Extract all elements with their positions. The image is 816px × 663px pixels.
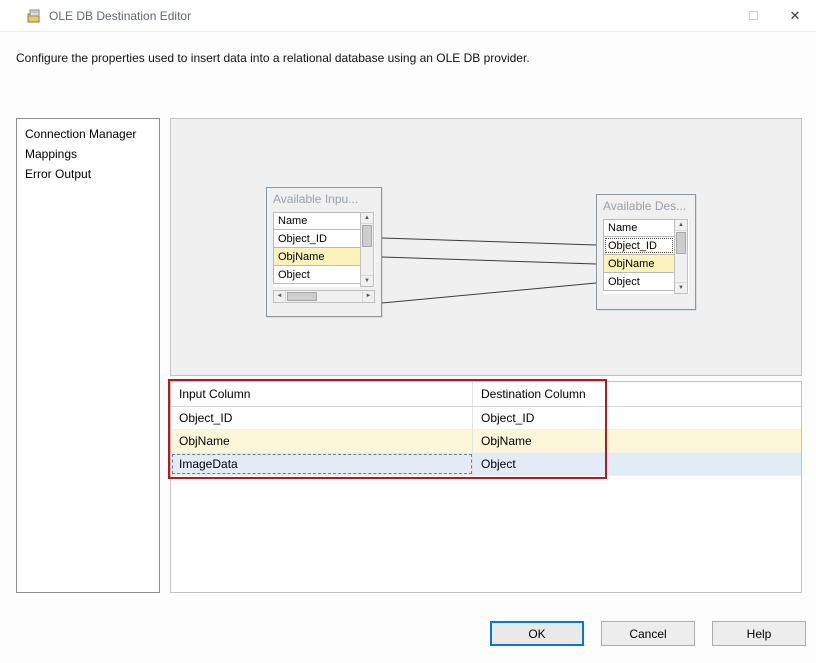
input-row-object[interactable]: Object xyxy=(273,265,361,284)
destination-name-column-header: Name xyxy=(603,219,675,237)
input-column-header: Input Column xyxy=(171,382,473,406)
page-list: Connection Manager Mappings Error Output xyxy=(16,118,160,593)
help-button[interactable]: Help xyxy=(712,621,806,646)
cancel-button[interactable]: Cancel xyxy=(601,621,695,646)
input-row-object-id[interactable]: Object_ID xyxy=(273,229,361,248)
close-button[interactable]: ✕ xyxy=(774,0,816,32)
mapping-input-cell[interactable]: Object_ID xyxy=(171,407,473,429)
dialog-description: Configure the properties used to insert … xyxy=(16,51,776,65)
mapping-input-cell[interactable]: ImageData xyxy=(171,453,473,475)
scroll-down-icon[interactable]: ▼ xyxy=(675,282,687,293)
scroll-thumb[interactable] xyxy=(676,232,686,254)
ok-button[interactable]: OK xyxy=(490,621,584,646)
sidebar-item-error-output[interactable]: Error Output xyxy=(17,164,159,184)
maximize-icon xyxy=(749,11,758,20)
mapping-destination-cell[interactable]: Object xyxy=(473,453,801,475)
scroll-down-icon[interactable]: ▼ xyxy=(361,275,373,286)
window-title: OLE DB Destination Editor xyxy=(49,9,191,23)
destination-row-object-id[interactable]: Object_ID xyxy=(603,236,675,255)
column-mapping-grid: Input Column Destination Column Object_I… xyxy=(170,381,802,593)
input-row-objname[interactable]: ObjName xyxy=(273,247,361,266)
destination-row-object[interactable]: Object xyxy=(603,272,675,291)
title-bar: OLE DB Destination Editor ✕ xyxy=(0,0,816,32)
mapping-grid-header: Input Column Destination Column xyxy=(171,382,801,407)
app-icon xyxy=(26,8,42,24)
scroll-left-icon[interactable]: ◄ xyxy=(274,291,286,302)
input-vertical-scrollbar[interactable]: ▲ ▼ xyxy=(360,212,374,287)
scroll-thumb[interactable] xyxy=(287,292,317,301)
close-icon: ✕ xyxy=(790,8,801,24)
scroll-right-icon[interactable]: ► xyxy=(362,291,374,302)
available-inputs-title: Available Inpu... xyxy=(267,188,381,210)
available-destination-columns-box: Available Des... Name Object_ID ObjName … xyxy=(596,194,696,310)
mapping-row[interactable]: Object_ID Object_ID xyxy=(171,407,801,430)
mapping-destination-cell[interactable]: ObjName xyxy=(473,430,801,452)
scroll-up-icon[interactable]: ▲ xyxy=(361,213,373,224)
sidebar-item-mappings[interactable]: Mappings xyxy=(17,144,159,164)
input-horizontal-scrollbar[interactable]: ◄ ► xyxy=(273,290,375,303)
destination-vertical-scrollbar[interactable]: ▲ ▼ xyxy=(674,219,688,294)
maximize-button xyxy=(732,0,774,32)
sidebar-item-connection-manager[interactable]: Connection Manager xyxy=(17,124,159,144)
mapping-input-cell[interactable]: ObjName xyxy=(171,430,473,452)
input-name-column-header: Name xyxy=(273,212,361,230)
available-destinations-title: Available Des... xyxy=(597,195,695,217)
mapping-row[interactable]: ObjName ObjName xyxy=(171,430,801,453)
mapping-row[interactable]: ImageData Object xyxy=(171,453,801,476)
available-input-columns-box: Available Inpu... Name Object_ID ObjName… xyxy=(266,187,382,317)
scroll-thumb[interactable] xyxy=(362,225,372,247)
mapping-designer-surface: Available Inpu... Name Object_ID ObjName… xyxy=(170,118,802,376)
destination-row-objname[interactable]: ObjName xyxy=(603,254,675,273)
mapping-destination-cell[interactable]: Object_ID xyxy=(473,407,801,429)
destination-column-header: Destination Column xyxy=(473,382,801,406)
scroll-up-icon[interactable]: ▲ xyxy=(675,220,687,231)
